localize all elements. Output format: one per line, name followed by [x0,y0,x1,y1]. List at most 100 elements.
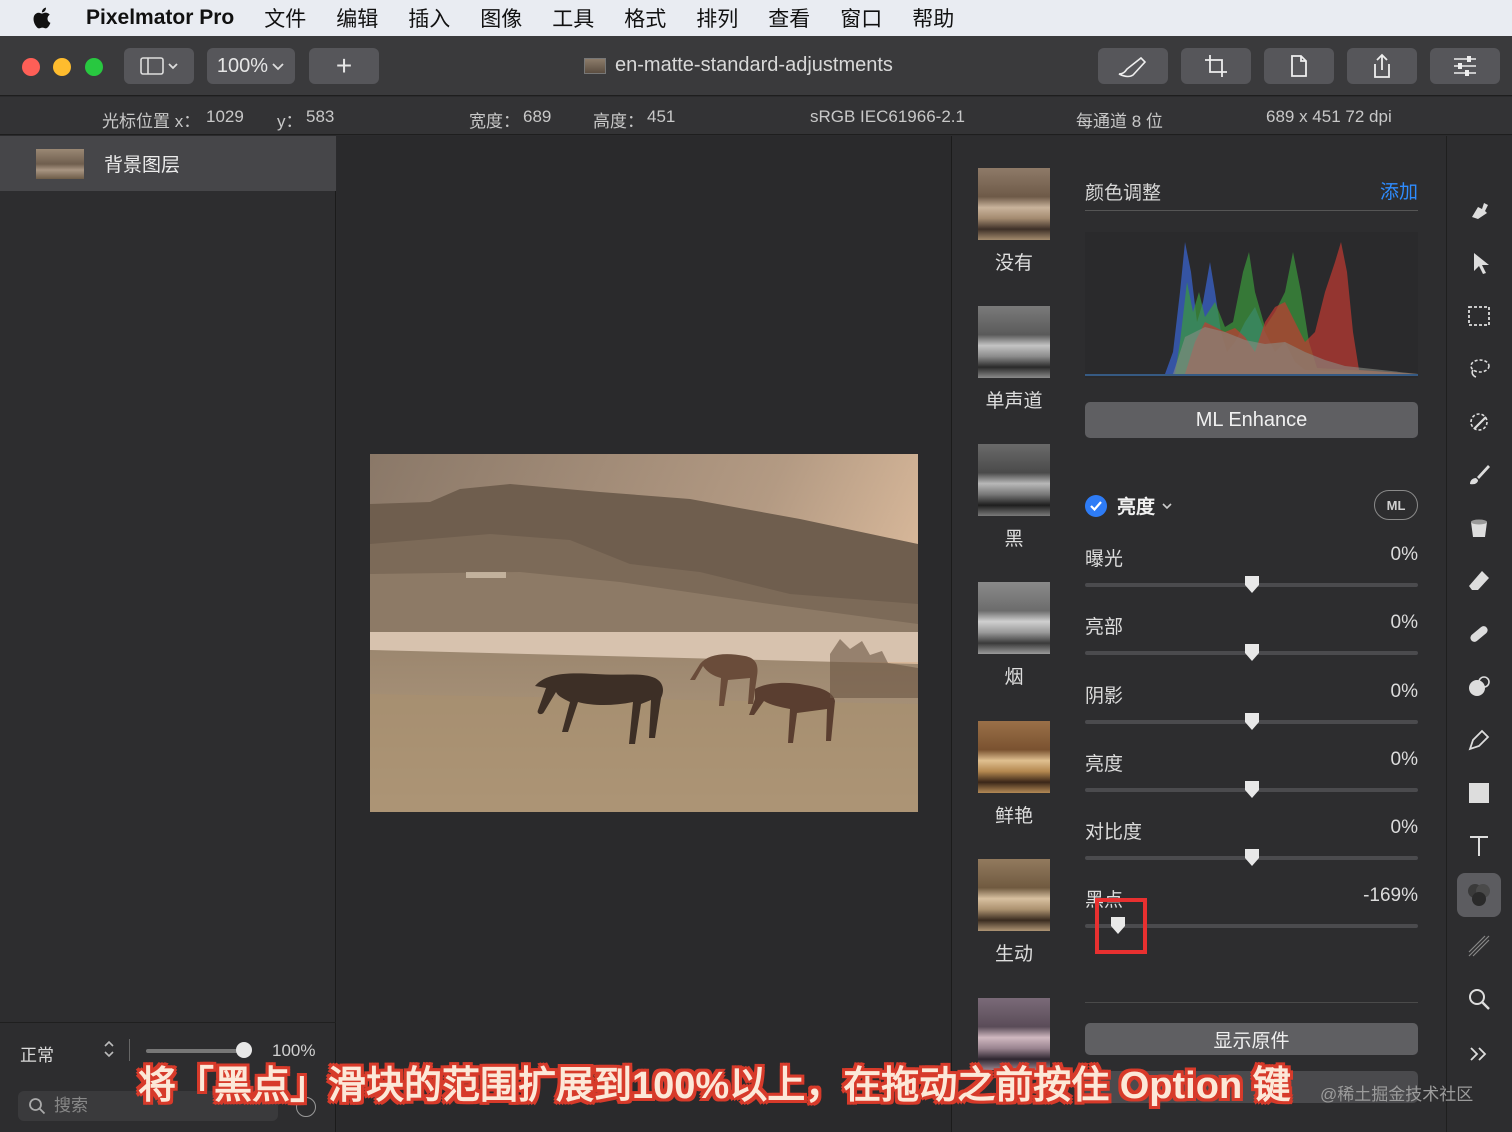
layer-row[interactable]: 背景图层 [0,136,336,191]
updown-chevron-icon[interactable] [102,1039,116,1059]
sidebar-toggle-button[interactable] [124,48,194,84]
menu-help[interactable]: 帮助 [912,3,954,33]
brightness-group-header[interactable]: 亮度 [1085,492,1173,519]
slider-value[interactable]: 0% [1391,544,1418,566]
slider-row: 曝光 0% [1085,544,1418,604]
zoom-window-button[interactable] [85,58,103,76]
chevron-down-icon [1162,502,1172,509]
slider-row: 阴影 0% [1085,681,1418,741]
more-icon[interactable] [1457,1032,1501,1076]
sliders-icon [1454,56,1476,76]
menu-tools[interactable]: 工具 [552,3,594,33]
document-icon [1291,55,1307,77]
cursor-x-value: 1029 [206,107,244,126]
slider-value[interactable]: 0% [1391,681,1418,703]
preset-label: 烟 [1004,667,1024,688]
photo-horses-landscape[interactable] [370,454,918,812]
preset-mono[interactable]: 单声道 [977,306,1051,413]
tools-sidebar [1446,136,1512,1132]
adjustments-toggle-button[interactable] [1430,48,1500,84]
slider-value[interactable]: 0% [1391,612,1418,634]
canvas-area[interactable] [337,136,951,1132]
share-button[interactable] [1347,48,1417,84]
brightness-enabled-checkbox[interactable] [1085,494,1107,517]
brush-icon[interactable] [1457,453,1501,497]
slider-value[interactable]: 0% [1391,817,1418,839]
bandage-icon[interactable] [1457,612,1501,656]
slider-value[interactable]: -169% [1363,885,1418,907]
paint-tools-button[interactable] [1098,48,1168,84]
slider-knob[interactable] [1243,847,1261,867]
menu-file[interactable]: 文件 [264,3,306,33]
menu-view[interactable]: 查看 [768,3,810,33]
document-thumbnail [584,57,606,74]
highlight-box [1095,898,1147,954]
info-bar: 光标位置 x： 1029 y： 583 宽度： 689 高度： 451 sRGB… [0,97,1512,135]
menu-format[interactable]: 格式 [624,3,666,33]
preset-lively[interactable]: 生动 [977,859,1051,966]
fill-icon[interactable] [1457,506,1501,550]
shape-icon[interactable] [1457,771,1501,815]
apple-icon[interactable] [0,6,86,30]
layer-name: 背景图层 [104,155,181,176]
slider-row: 亮度 0% [1085,749,1418,809]
magic-wand-icon[interactable] [1457,400,1501,444]
slider-label: 亮度 [1085,754,1124,775]
preset-vivid[interactable]: 鲜艳 [977,721,1051,828]
cursor-x-label: 光标位置 x： [102,112,201,131]
arrow-icon[interactable] [1457,241,1501,285]
menu-image[interactable]: 图像 [480,3,522,33]
add-adjustment-link[interactable]: 添加 [1380,177,1418,204]
rect-select-icon[interactable] [1457,294,1501,338]
section-divider [1085,210,1418,211]
adjustments-panel: 颜色调整 添加 ML Enhance 亮度 ML 曝光 0% 亮部 0% 阴影 0% 亮度 0… [1071,136,1446,1132]
clone-icon[interactable] [1457,665,1501,709]
height-label: 高度： [593,112,644,131]
opacity-slider-track[interactable] [146,1049,246,1053]
cursor-y-value: 583 [306,107,335,126]
zoom-dropdown[interactable]: 100% [207,48,295,84]
preset-label: 鲜艳 [994,806,1033,827]
presets-column: 没有 单声道 黑 烟 鲜艳 生动 [951,136,1071,1132]
app-menu[interactable]: Pixelmator Pro [86,6,234,30]
watermark: @稀土掘金技术社区 [1320,1085,1474,1104]
share-icon [1374,53,1390,78]
menu-arrange[interactable]: 排列 [696,3,738,33]
minimize-window-button[interactable] [53,58,71,76]
zoom-icon[interactable] [1457,977,1501,1021]
ml-enhance-button[interactable]: ML Enhance [1085,402,1418,438]
menu-window[interactable]: 窗口 [840,3,882,33]
footer-divider [129,1039,130,1061]
text-icon[interactable] [1457,824,1501,868]
preset-thumbnail [978,444,1050,516]
add-button[interactable]: + [309,48,379,84]
close-window-button[interactable] [22,58,40,76]
pen-icon[interactable] [1457,718,1501,762]
add-label: + [335,50,353,81]
crop-button[interactable] [1181,48,1251,84]
menu-edit[interactable]: 编辑 [336,3,378,33]
search-icon [29,1098,46,1115]
brush-stroke-icon [1118,56,1147,78]
document-title-text: en-matte-standard-adjustments [615,54,893,76]
menu-insert[interactable]: 插入 [408,3,450,33]
slider-value[interactable]: 0% [1391,749,1418,771]
eraser-icon[interactable] [1457,559,1501,603]
slider-label: 曝光 [1085,549,1124,570]
preset-smoke[interactable]: 烟 [977,582,1051,689]
slider-knob[interactable] [1243,574,1261,594]
lasso-icon[interactable] [1457,347,1501,391]
slider-knob[interactable] [1243,642,1261,662]
show-original-button[interactable]: 显示原件 [1085,1023,1418,1055]
ml-auto-button[interactable]: ML [1374,490,1418,520]
preset-black[interactable]: 黑 [977,444,1051,551]
stamp-icon[interactable] [1457,188,1501,232]
slider-knob[interactable] [1243,711,1261,731]
blend-mode-select[interactable]: 正常 [20,1041,54,1066]
effects-icon[interactable] [1457,924,1501,968]
preset-thumbnail [978,306,1050,378]
preset-none[interactable]: 没有 [977,168,1051,275]
color-adjust-icon[interactable] [1457,873,1501,917]
slider-knob[interactable] [1243,779,1261,799]
export-button[interactable] [1264,48,1334,84]
